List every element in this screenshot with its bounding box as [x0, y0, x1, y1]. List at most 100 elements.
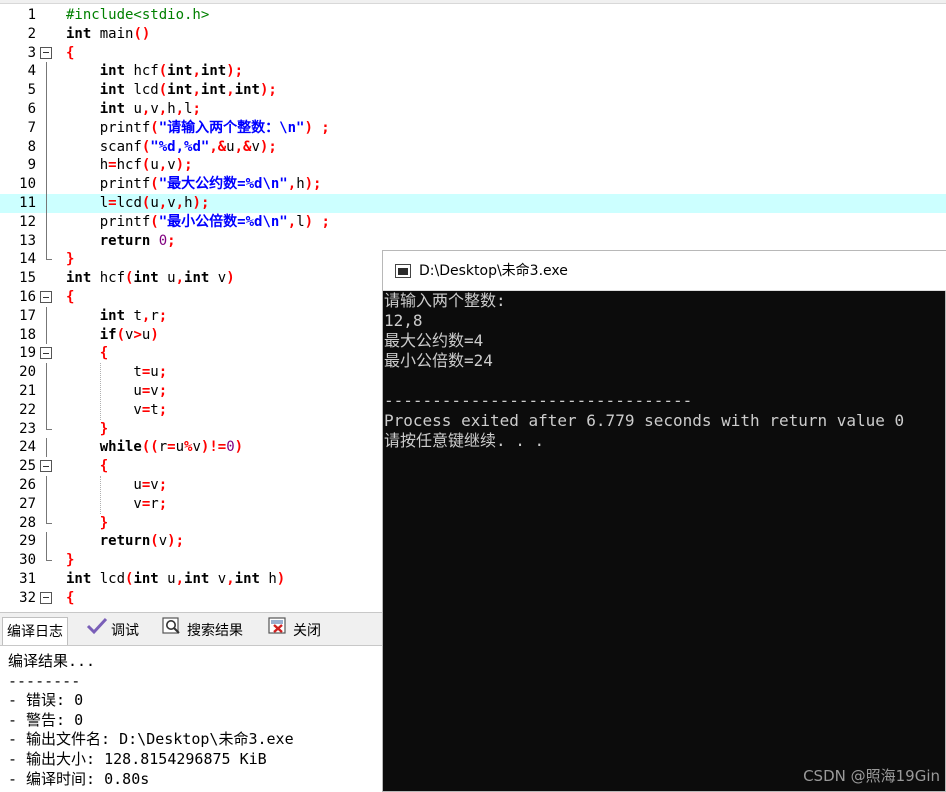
code-token: printf: [66, 213, 151, 230]
code-line[interactable]: 13 return 0;: [0, 231, 946, 251]
code-line[interactable]: 1 #include<stdio.h>: [0, 6, 946, 25]
code-token: r: [150, 307, 159, 324]
tab-compile-log[interactable]: 编译日志: [2, 617, 68, 645]
code-token: l: [66, 195, 109, 211]
fold-minus-icon[interactable]: [40, 591, 52, 604]
code-token: (: [116, 326, 126, 343]
code-token: ;: [158, 401, 168, 418]
tab-debug[interactable]: 调试: [82, 617, 143, 645]
fold-minus-icon[interactable]: [40, 460, 52, 473]
console-window[interactable]: D:\Desktop\未命3.exe 请输入两个整数: 12,8 最大公约数=4…: [382, 250, 946, 792]
code-line[interactable]: 11 l=lcd(u,v,h);: [0, 194, 946, 213]
code-line[interactable]: 6 int u,v,h,l;: [0, 100, 946, 119]
fold-gutter: [40, 6, 58, 25]
fold-minus-icon[interactable]: [40, 347, 52, 360]
code-token: hcf: [91, 270, 126, 287]
line-number: 6: [27, 101, 36, 117]
code-token: v: [251, 138, 260, 155]
code-token: >: [133, 326, 142, 343]
line-number: 19: [19, 345, 36, 362]
fold-line: [46, 382, 47, 401]
fold-gutter: [40, 25, 58, 44]
fold-gutter[interactable]: [40, 589, 58, 608]
log-line: --------: [8, 671, 81, 690]
code-token: ,&: [234, 138, 252, 155]
code-token: #include<stdio.h>: [66, 7, 210, 23]
code-token: );: [259, 138, 277, 155]
fold-gutter[interactable]: [40, 457, 58, 476]
line-number: 14: [19, 251, 36, 268]
log-line: - 编译时间: 0.80s: [8, 769, 150, 788]
fold-line: [46, 156, 47, 176]
compile-log-output: 编译结果... -------- - 错误: 0 - 警告: 0 - 输出文件名…: [0, 648, 400, 792]
console-app-icon: [395, 264, 411, 278]
search-results-icon: [162, 617, 184, 645]
code-line[interactable]: 4 int hcf(int,int);: [0, 62, 946, 82]
tab-close[interactable]: 关闭: [264, 617, 325, 645]
code-token: ,: [158, 195, 168, 211]
fold-gutter: [40, 118, 58, 138]
code-text: t=u;: [66, 363, 167, 382]
code-line[interactable]: 9 h=hcf(u,v);: [0, 156, 946, 176]
fold-line: [46, 438, 47, 458]
code-line[interactable]: 8 scanf("%d,%d",&u,&v);: [0, 137, 946, 157]
code-token: "%d,%d": [150, 138, 210, 155]
code-token: u: [66, 383, 142, 399]
code-token: );: [226, 63, 244, 80]
line-number: 30: [19, 552, 36, 569]
code-token: int: [99, 63, 126, 80]
fold-minus-icon[interactable]: [40, 46, 52, 59]
code-line[interactable]: 10 printf("最大公约数=%d\n",h);: [0, 175, 946, 194]
line-number: 27: [19, 495, 36, 512]
line-number: 31: [19, 571, 36, 587]
editor-top-border: [0, 0, 946, 4]
code-token: int: [184, 270, 210, 287]
fold-minus-icon[interactable]: [40, 291, 52, 303]
line-number: 26: [19, 477, 36, 493]
console-line: 请输入两个整数:: [384, 291, 506, 310]
console-title-bar[interactable]: D:\Desktop\未命3.exe: [383, 251, 946, 291]
code-token: if: [99, 326, 117, 343]
code-line[interactable]: 5 int lcd(int,int,int);: [0, 81, 946, 100]
fold-gutter: [40, 551, 58, 570]
code-text: int lcd(int u,int v,int h): [66, 570, 285, 589]
fold-end-marker: [46, 551, 52, 562]
fold-gutter: [40, 419, 58, 439]
code-token: }: [99, 514, 109, 531]
fold-gutter: [40, 532, 58, 552]
code-token: printf: [66, 176, 151, 193]
code-token: v: [150, 477, 159, 493]
console-line: 请按任意键继续. . .: [384, 431, 545, 450]
fold-gutter[interactable]: [40, 44, 58, 63]
code-token: l: [296, 213, 305, 230]
fold-gutter: [40, 476, 58, 495]
code-token: ): [226, 270, 235, 287]
tab-search-results[interactable]: 搜索结果: [158, 617, 247, 645]
fold-end-marker: [46, 513, 52, 524]
code-line[interactable]: 3{: [0, 44, 946, 63]
fold-gutter[interactable]: [40, 288, 58, 307]
tab-debug-label: 调试: [111, 623, 139, 639]
code-text: return(v);: [66, 532, 184, 551]
line-number: 15: [19, 270, 36, 287]
code-line[interactable]: 2 int main(): [0, 25, 946, 44]
fold-gutter: [40, 100, 58, 119]
code-line[interactable]: 12 printf("最小公倍数=%d\n",l) ;: [0, 212, 946, 232]
code-token: t: [66, 364, 142, 381]
code-token: u: [66, 477, 142, 493]
line-number: 10: [19, 176, 36, 193]
code-token: h: [296, 176, 305, 193]
code-token: ) ;: [304, 119, 330, 136]
fold-line: [46, 100, 47, 119]
code-line[interactable]: 7 printf("请输入两个整数：\n") ;: [0, 118, 946, 138]
line-number: 11: [19, 195, 36, 211]
fold-gutter[interactable]: [40, 344, 58, 363]
code-token: int: [66, 571, 92, 587]
code-text: }: [66, 514, 108, 533]
line-number: 24: [19, 439, 36, 456]
code-token: ;: [167, 232, 176, 249]
